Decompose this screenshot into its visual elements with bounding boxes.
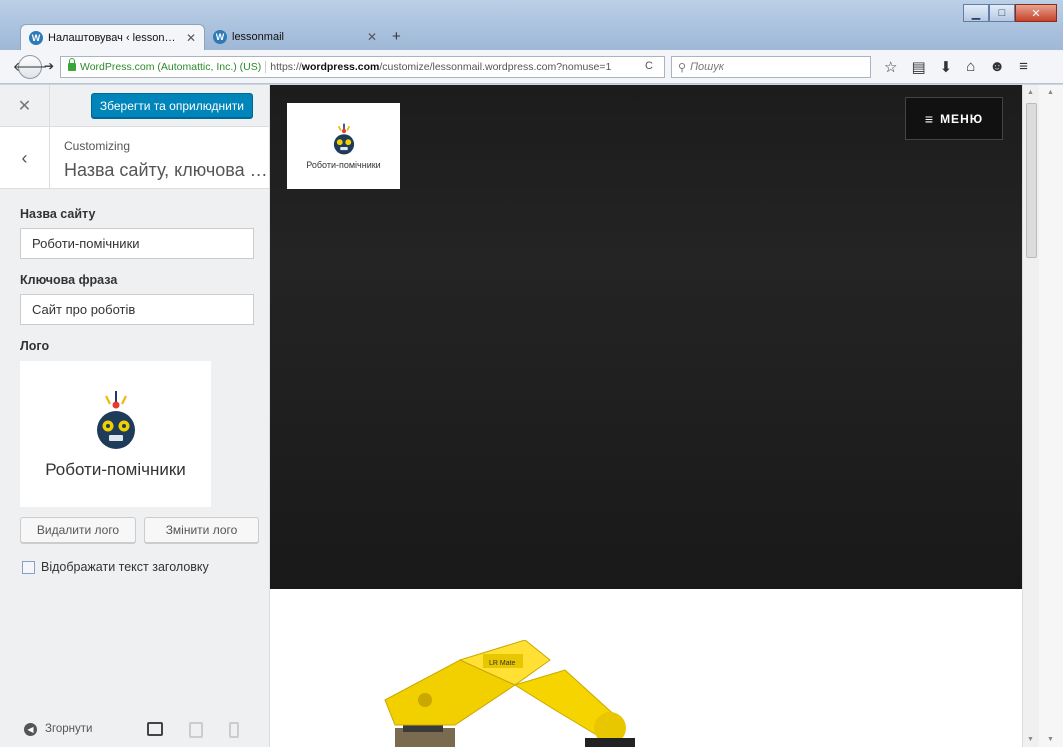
svg-text:LR Mate: LR Mate: [489, 660, 516, 667]
site-identity: WordPress.com (Automattic, Inc.) (US): [80, 61, 267, 73]
change-logo-button[interactable]: Змінити лого: [144, 517, 259, 543]
logo-label: Лого: [20, 339, 50, 353]
home-icon[interactable]: ⌂: [966, 58, 975, 76]
desktop-preview-icon[interactable]: [147, 722, 163, 736]
search-input[interactable]: ⚲ Пошук: [671, 56, 871, 78]
logo-text: Роботи-помічники: [45, 460, 186, 479]
search-icon: ⚲: [678, 61, 687, 74]
address-bar[interactable]: WordPress.com (Automattic, Inc.) (US) ht…: [60, 56, 665, 78]
navigation-bar: 🡐 ➔ WordPress.com (Automattic, Inc.) (US…: [0, 50, 1063, 84]
window-controls: ▁ □ ✕: [963, 4, 1057, 22]
reading-list-icon[interactable]: ▤: [911, 58, 925, 76]
display-header-text-option[interactable]: Відображати текст заголовку: [22, 560, 209, 574]
wordpress-icon: W: [213, 30, 227, 44]
tab-customizer[interactable]: W Налаштовувач ‹ lessonma… ✕: [20, 24, 205, 50]
back-chevron-icon[interactable]: ‹: [0, 127, 50, 189]
scroll-down-icon[interactable]: ▼: [1047, 736, 1054, 743]
tagline-input[interactable]: [20, 294, 254, 325]
preview-scrollbar[interactable]: ▲ ▼: [1022, 85, 1039, 747]
menu-label: МЕНЮ: [940, 111, 984, 126]
site-title-input[interactable]: [20, 228, 254, 259]
section-title: Назва сайту, ключова …: [64, 160, 268, 180]
logo-preview: Роботи-помічники: [20, 361, 211, 507]
bookmark-star-icon[interactable]: ☆: [884, 58, 897, 76]
scroll-up-icon[interactable]: ▲: [1047, 89, 1054, 96]
customizing-label: Customizing: [64, 139, 131, 153]
hamburger-menu-icon[interactable]: ≡: [1019, 58, 1028, 76]
collapse-button[interactable]: ◀ Згорнути: [24, 722, 93, 736]
title-bar: ▁ □ ✕ W Налаштовувач ‹ lessonma… ✕ W les…: [0, 0, 1063, 50]
collapse-label: Згорнути: [45, 723, 93, 735]
mobile-preview-icon[interactable]: [229, 722, 239, 738]
minimize-button[interactable]: ▁: [963, 4, 989, 22]
download-icon[interactable]: ⬇: [940, 58, 953, 76]
maximize-button[interactable]: □: [989, 4, 1015, 22]
url-text: https://wordpress.com/customize/lessonma…: [270, 61, 612, 73]
pocket-icon[interactable]: ☻: [989, 58, 1005, 76]
tablet-preview-icon[interactable]: [189, 722, 203, 738]
customizer-sidebar: ✕ Зберегти та оприлюднити ‹ Customizing …: [0, 85, 270, 747]
forward-button[interactable]: ➔: [44, 59, 54, 73]
remove-logo-button[interactable]: Видалити лого: [20, 517, 136, 543]
wordpress-icon: W: [29, 30, 43, 45]
new-tab-button[interactable]: +: [392, 28, 401, 45]
close-icon[interactable]: ✕: [186, 31, 196, 45]
close-icon[interactable]: ✕: [367, 30, 377, 44]
window-scrollbar[interactable]: ▲ ▼: [1039, 85, 1063, 747]
collapse-arrow-icon: ◀: [24, 722, 37, 736]
toolbar-icons: ☆ ▤ ⬇ ⌂ ☻ ≡: [884, 58, 1028, 76]
close-window-button[interactable]: ✕: [1015, 4, 1057, 22]
scroll-down-icon[interactable]: ▼: [1027, 736, 1034, 743]
tab-label: Налаштовувач ‹ lessonma…: [48, 31, 180, 44]
industrial-robot-arm-image: LR Mate: [384, 640, 635, 747]
hamburger-icon: ≡: [924, 110, 935, 127]
site-title-label: Назва сайту: [20, 207, 96, 221]
lock-icon: [68, 58, 76, 71]
tab-label: lessonmail: [232, 31, 284, 43]
tab-lessonmail[interactable]: W lessonmail ✕: [205, 24, 385, 50]
robot-logo-icon: [96, 391, 135, 449]
scroll-thumb[interactable]: [1026, 103, 1037, 258]
site-logo[interactable]: Роботи-помічники: [287, 103, 400, 189]
back-button[interactable]: 🡐: [13, 55, 47, 79]
scroll-up-icon[interactable]: ▲: [1027, 89, 1034, 96]
close-customizer-icon[interactable]: ✕: [0, 85, 50, 127]
customizer-footer: ◀ Згорнути: [0, 711, 270, 747]
hero-header: Роботи-помічники ≡ МЕНЮ: [270, 85, 1022, 589]
tagline-label: Ключова фраза: [20, 273, 118, 287]
display-header-text-checkbox[interactable]: [22, 560, 35, 574]
site-preview: Роботи-помічники ≡ МЕНЮ LR Mate: [270, 85, 1022, 747]
reload-icon[interactable]: C: [645, 60, 653, 72]
section-header: ‹ Customizing Назва сайту, ключова …: [0, 127, 269, 189]
display-header-text-label: Відображати текст заголовку: [41, 560, 209, 574]
save-publish-button[interactable]: Зберегти та оприлюднити: [90, 93, 253, 118]
robot-logo-icon: [333, 123, 354, 155]
menu-button[interactable]: ≡ МЕНЮ: [905, 97, 1003, 140]
customizer-header: ✕ Зберегти та оприлюднити: [0, 85, 269, 127]
site-logo-text: Роботи-помічники: [306, 160, 381, 170]
